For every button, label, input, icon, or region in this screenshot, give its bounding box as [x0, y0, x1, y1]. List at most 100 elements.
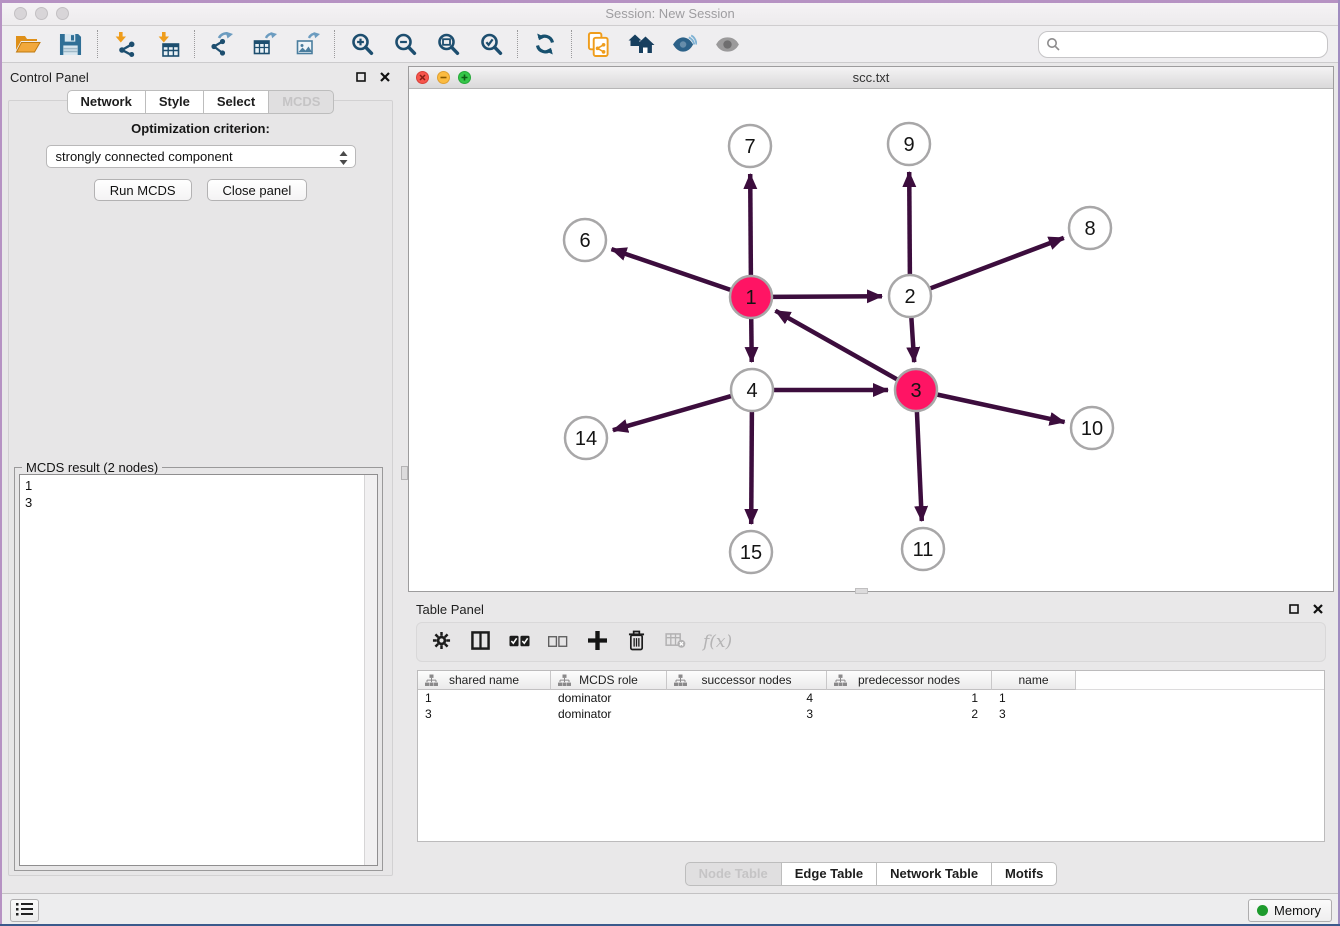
graph-node-6[interactable]: 6: [564, 219, 606, 261]
zoom-fit-button[interactable]: [426, 28, 469, 60]
graph-edge-3-11[interactable]: [917, 409, 922, 521]
memory-button[interactable]: Memory: [1248, 899, 1332, 922]
graph-node-label: 1: [745, 287, 756, 309]
close-panel-button[interactable]: Close panel: [207, 179, 308, 201]
control-panel-header: Control Panel: [0, 64, 401, 90]
table-panel-title: Table Panel: [416, 602, 484, 617]
vertical-splitter-handle[interactable]: [401, 466, 408, 480]
table-row[interactable]: 3dominator323: [418, 706, 1324, 722]
graph-edge-3-1[interactable]: [775, 311, 899, 381]
tab-style[interactable]: Style: [146, 90, 204, 114]
graph-edge-1-7[interactable]: [750, 174, 751, 278]
import-network-button[interactable]: [103, 28, 146, 60]
open-session-button[interactable]: [6, 28, 49, 60]
status-bar: Memory: [0, 893, 1340, 926]
network-window-title: scc.txt: [409, 70, 1333, 85]
graph-node-7[interactable]: 7: [729, 125, 771, 167]
tab-motifs[interactable]: Motifs: [992, 862, 1057, 886]
graph-node-4[interactable]: 4: [731, 369, 773, 411]
horizontal-splitter-handle[interactable]: [855, 588, 868, 594]
gear-button[interactable]: [430, 629, 452, 655]
export-network-button[interactable]: [200, 28, 243, 60]
copy-style-button[interactable]: [577, 28, 620, 60]
mcds-result-line: 1: [25, 477, 377, 494]
refresh-layout-button[interactable]: [523, 28, 566, 60]
export-table-button[interactable]: [243, 28, 286, 60]
tab-node-table[interactable]: Node Table: [685, 862, 782, 886]
column-header-name[interactable]: name: [992, 671, 1076, 690]
column-header-label: name: [1018, 673, 1048, 687]
toolbar-separator: [517, 30, 518, 58]
graph-node-8[interactable]: 8: [1069, 207, 1111, 249]
graph-node-15[interactable]: 15: [730, 531, 772, 573]
task-history-button[interactable]: [10, 899, 39, 922]
graph-node-10[interactable]: 10: [1071, 407, 1113, 449]
column-header-successor-nodes[interactable]: successor nodes: [667, 671, 827, 690]
network-canvas[interactable]: 7 9 6 8 1 2 4 3 14 10 15 11: [409, 89, 1333, 591]
tab-mcds[interactable]: MCDS: [269, 90, 334, 114]
columns-button[interactable]: [469, 629, 491, 655]
toolbar-separator: [334, 30, 335, 58]
import-network-icon: [113, 32, 137, 57]
float-table-panel-icon[interactable]: [1288, 603, 1300, 615]
unselect-all-checkboxes-button[interactable]: [547, 629, 569, 655]
delete-row-button[interactable]: [625, 629, 647, 655]
tab-network-table[interactable]: Network Table: [877, 862, 992, 886]
show-all-button[interactable]: [706, 28, 749, 60]
criterion-dropdown[interactable]: strongly connected component: [46, 145, 356, 168]
hide-selected-button[interactable]: [663, 28, 706, 60]
graph-edge-3-10[interactable]: [935, 394, 1065, 422]
result-scrollbar[interactable]: [364, 475, 377, 865]
table-row[interactable]: 1dominator411: [418, 690, 1324, 706]
graph-node-14[interactable]: 14: [565, 417, 607, 459]
mcds-result-area[interactable]: 13: [19, 474, 378, 866]
zoom-selected-icon: [479, 32, 503, 56]
search-input[interactable]: [1038, 31, 1328, 58]
add-row-button[interactable]: [586, 629, 608, 655]
graph-edge-1-4[interactable]: [751, 316, 752, 362]
close-table-panel-icon[interactable]: [1312, 603, 1324, 615]
list-icon: [16, 902, 34, 919]
column-header-predecessor-nodes[interactable]: predecessor nodes: [827, 671, 992, 690]
graph-node-9[interactable]: 9: [888, 123, 930, 165]
import-table-button[interactable]: [146, 28, 189, 60]
graph-edge-1-6[interactable]: [612, 249, 734, 291]
column-header-shared-name[interactable]: shared name: [418, 671, 551, 690]
export-network-icon: [210, 32, 234, 56]
export-table-icon: [253, 32, 277, 56]
graph-node-11[interactable]: 11: [902, 528, 944, 570]
column-header-label: shared name: [449, 673, 519, 687]
node-table: shared name MCDS rolesuccessor nodesprede…: [417, 670, 1325, 842]
column-header-mcds-role[interactable]: MCDS role: [551, 671, 667, 690]
graph-edge-4-15[interactable]: [751, 409, 752, 524]
graph-edge-2-3[interactable]: [911, 315, 914, 362]
zoom-in-button[interactable]: [340, 28, 383, 60]
tab-edge-table[interactable]: Edge Table: [782, 862, 877, 886]
network-view-window: scc.txt 7 9 6 8 1 2 4 3 14 10 15 11: [408, 66, 1334, 592]
run-mcds-button[interactable]: Run MCDS: [94, 179, 192, 201]
column-tree-icon: [558, 674, 571, 690]
graph-node-1[interactable]: 1: [730, 276, 772, 318]
close-panel-icon[interactable]: [379, 71, 391, 83]
float-panel-icon[interactable]: [355, 71, 367, 83]
table-toolbar: f(x): [416, 622, 1326, 662]
mcds-result-line: 3: [25, 494, 377, 511]
graph-edge-2-8[interactable]: [928, 238, 1064, 289]
toolbar-separator: [97, 30, 98, 58]
zoom-out-button[interactable]: [383, 28, 426, 60]
control-panel-title: Control Panel: [10, 70, 89, 85]
graph-edge-2-9[interactable]: [909, 172, 910, 277]
graph-edge-1-2[interactable]: [770, 296, 882, 297]
tab-select[interactable]: Select: [204, 90, 269, 114]
tab-network[interactable]: Network: [67, 90, 146, 114]
network-home-button[interactable]: [620, 28, 663, 60]
export-image-button[interactable]: [286, 28, 329, 60]
column-header-filler: [1076, 671, 1324, 690]
graph-node-3[interactable]: 3: [895, 369, 937, 411]
graph-node-label: 7: [744, 136, 755, 158]
zoom-selected-button[interactable]: [469, 28, 512, 60]
save-session-button[interactable]: [49, 28, 92, 60]
graph-node-2[interactable]: 2: [889, 275, 931, 317]
graph-edge-4-14[interactable]: [613, 395, 734, 430]
select-all-checkboxes-button[interactable]: [508, 629, 530, 655]
